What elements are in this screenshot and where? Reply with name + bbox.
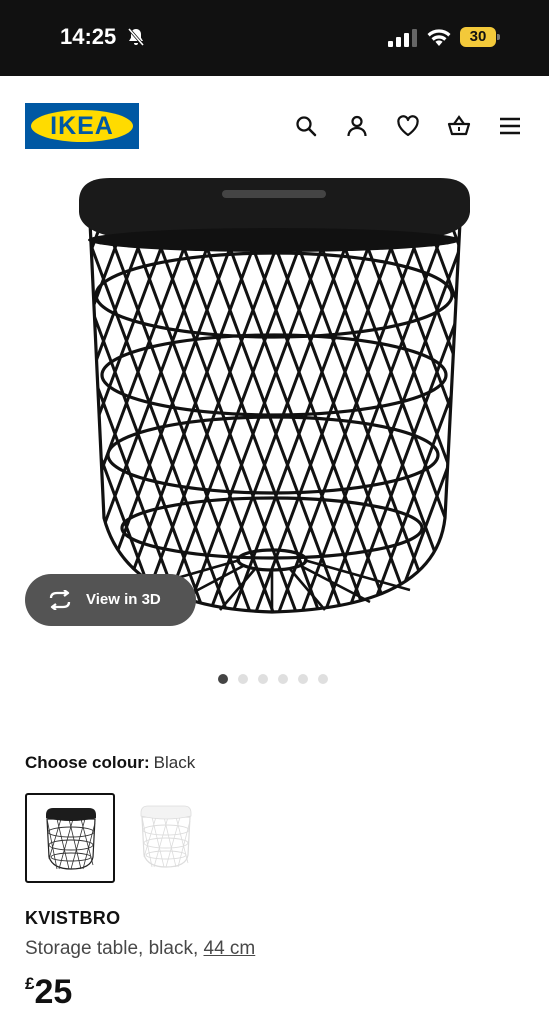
- user-icon[interactable]: [345, 114, 369, 138]
- battery-level: 30: [469, 28, 487, 45]
- carousel-dot[interactable]: [218, 674, 228, 684]
- carousel-dot[interactable]: [278, 674, 288, 684]
- black-table-thumbnail: [46, 808, 96, 870]
- wifi-icon: [427, 29, 451, 46]
- heart-icon[interactable]: [396, 114, 420, 138]
- colour-swatch-black[interactable]: [25, 793, 115, 883]
- search-icon[interactable]: [294, 114, 318, 138]
- carousel-dot[interactable]: [258, 674, 268, 684]
- product-description-text: Storage table, black,: [25, 938, 204, 959]
- product-size-link[interactable]: 44 cm: [204, 938, 256, 959]
- price-currency: £: [25, 974, 35, 993]
- carousel-dot[interactable]: [238, 674, 248, 684]
- ikea-logo[interactable]: IKEA: [25, 103, 139, 149]
- site-header: IKEA: [0, 76, 549, 176]
- product-description: Storage table, black, 44 cm: [25, 937, 255, 961]
- status-bar: 14:25 30: [0, 0, 549, 76]
- view-in-3d-label: View in 3D: [86, 591, 161, 608]
- carousel-dot[interactable]: [318, 674, 328, 684]
- view-in-3d-button[interactable]: View in 3D: [25, 574, 196, 626]
- menu-icon[interactable]: [498, 114, 522, 138]
- product-price: £25: [25, 970, 72, 1014]
- rotate-3d-icon: [49, 590, 71, 610]
- product-name: KVISTBRO: [25, 908, 121, 928]
- colour-swatch-white[interactable]: [122, 793, 212, 883]
- bell-off-icon: [127, 28, 145, 46]
- colour-chooser-heading: Choose colour: Black: [25, 752, 195, 774]
- battery-indicator: 30: [460, 27, 500, 47]
- colour-value: Black: [153, 753, 196, 772]
- logo-text: IKEA: [50, 112, 114, 140]
- colour-label: Choose colour:: [25, 753, 150, 772]
- signal-icon: [388, 29, 417, 47]
- white-table-thumbnail: [140, 805, 192, 868]
- status-time: 14:25: [60, 24, 117, 49]
- basket-icon[interactable]: [447, 114, 471, 138]
- carousel-dot[interactable]: [298, 674, 308, 684]
- price-amount: 25: [34, 973, 73, 1011]
